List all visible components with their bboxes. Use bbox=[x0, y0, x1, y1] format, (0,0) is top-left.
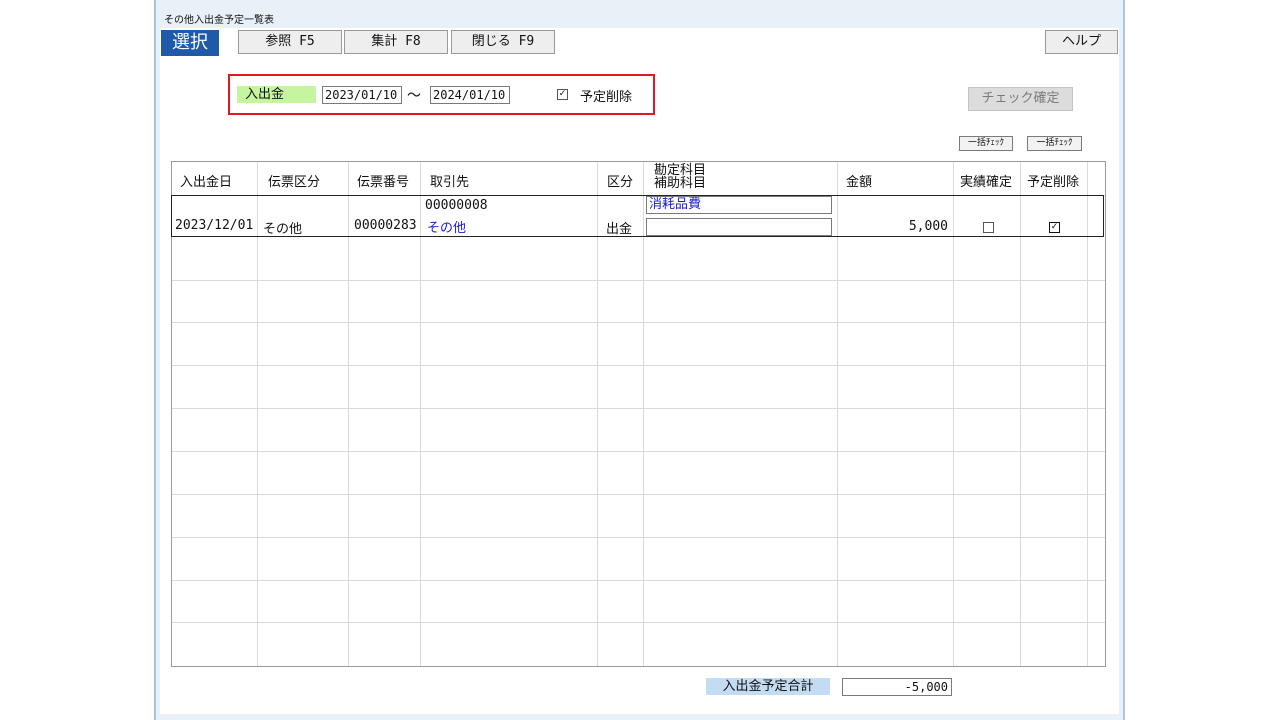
header-slip-type: 伝票区分 bbox=[268, 175, 321, 190]
total-label: 入出金予定合計 bbox=[706, 678, 830, 695]
col-divider bbox=[1020, 162, 1021, 666]
row-divider bbox=[172, 622, 1105, 623]
col-divider bbox=[420, 162, 421, 666]
row-divider bbox=[172, 365, 1105, 366]
header-slip-no: 伝票番号 bbox=[357, 175, 410, 190]
total-value: -5,000 bbox=[842, 678, 952, 696]
row-category: 出金 bbox=[606, 222, 633, 237]
window-title: その他入出金予定一覧表 bbox=[164, 15, 274, 26]
row-date: 2023/12/01 bbox=[175, 218, 254, 233]
row-divider bbox=[172, 322, 1105, 323]
ref-button[interactable]: 参照 F5 bbox=[238, 30, 342, 54]
date-from-input[interactable]: 2023/01/10 bbox=[322, 86, 402, 104]
row-divider bbox=[172, 494, 1105, 495]
table-row[interactable] bbox=[171, 195, 1104, 237]
row-account-input[interactable]: 消耗品費 bbox=[646, 196, 832, 214]
help-button[interactable]: ヘルプ bbox=[1045, 30, 1118, 54]
col-divider bbox=[837, 162, 838, 666]
select-label: 選択 bbox=[161, 30, 219, 56]
check-confirm-button[interactable]: チェック確定 bbox=[968, 87, 1073, 111]
col-divider bbox=[257, 162, 258, 666]
header-sub-account: 補助科目 bbox=[654, 176, 707, 191]
col-divider bbox=[953, 162, 954, 666]
row-partner-code: 00000008 bbox=[425, 198, 488, 213]
date-range-tilde: ～ bbox=[407, 88, 421, 104]
filter-type-label: 入出金 bbox=[237, 86, 316, 103]
header-date: 入出金日 bbox=[180, 175, 233, 190]
header-category: 区分 bbox=[607, 175, 634, 190]
row-partner-name[interactable]: その他 bbox=[427, 217, 466, 236]
row-amount: 5,000 bbox=[908, 219, 948, 234]
col-divider bbox=[597, 162, 598, 666]
close-button[interactable]: 閉じる F9 bbox=[451, 30, 555, 54]
title-bar: その他入出金予定一覧表 bbox=[156, 0, 1123, 28]
delete-filter-checkbox[interactable]: ✓ bbox=[557, 89, 568, 100]
delete-filter-label: 予定削除 bbox=[580, 90, 633, 105]
row-slip-type: その他 bbox=[263, 222, 303, 237]
header-amount: 金額 bbox=[846, 175, 873, 190]
col-divider bbox=[643, 162, 644, 666]
row-divider bbox=[172, 408, 1105, 409]
sum-button[interactable]: 集計 F8 bbox=[344, 30, 448, 54]
row-divider bbox=[172, 451, 1105, 452]
row-sub-account-input[interactable] bbox=[646, 218, 832, 236]
date-to-input[interactable]: 2024/01/10 bbox=[430, 86, 510, 104]
bulk-check-delete-button[interactable]: 一括ﾁｪｯｸ bbox=[1027, 136, 1082, 151]
bulk-check-actual-button[interactable]: 一括ﾁｪｯｸ bbox=[959, 136, 1013, 151]
row-divider bbox=[172, 280, 1105, 281]
row-divider bbox=[172, 580, 1105, 581]
row-delete-checkbox[interactable]: ✓ bbox=[1049, 222, 1060, 233]
row-divider bbox=[172, 537, 1105, 538]
row-actual-checkbox[interactable] bbox=[983, 222, 994, 233]
header-partner: 取引先 bbox=[430, 175, 470, 190]
header-plan-delete: 予定削除 bbox=[1027, 175, 1080, 190]
col-divider bbox=[1087, 162, 1088, 666]
col-divider bbox=[348, 162, 349, 666]
row-slip-no: 00000283 bbox=[354, 218, 417, 233]
header-actual-confirm: 実績確定 bbox=[960, 175, 1013, 190]
